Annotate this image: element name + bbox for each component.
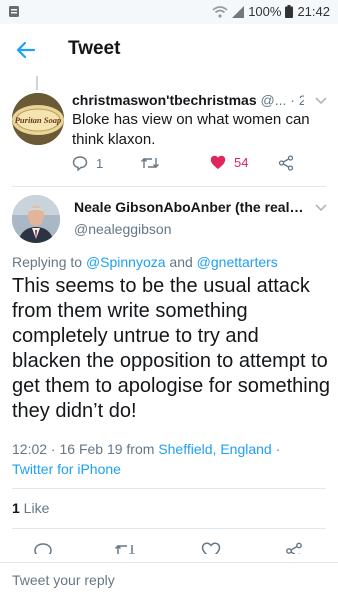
- reply-icon[interactable]: [33, 542, 53, 554]
- notification-icon: [9, 6, 19, 17]
- time-date: 12:02 · 16 Feb 19 from: [12, 441, 159, 457]
- retweet-icon[interactable]: [114, 542, 136, 554]
- like-count: 54: [234, 155, 249, 170]
- reply-input-placeholder[interactable]: Tweet your reply: [12, 572, 115, 588]
- wifi-icon: [212, 6, 228, 18]
- reply-icon: [72, 156, 88, 171]
- mention-link[interactable]: @Spinnyoza: [86, 254, 166, 270]
- reply-button[interactable]: 1: [72, 155, 103, 171]
- like-button[interactable]: 54: [210, 155, 248, 170]
- signal-icon: [232, 5, 245, 18]
- top-bar: Tweet: [0, 24, 338, 76]
- back-arrow-icon[interactable]: [14, 38, 38, 62]
- like-label: Like: [19, 500, 50, 516]
- client-link[interactable]: Twitter for iPhone: [12, 461, 121, 477]
- status-right: 100% 21:42: [212, 4, 330, 19]
- clock: 21:42: [297, 4, 330, 19]
- avatar-text: Puritan Soap: [15, 115, 62, 125]
- parent-tweet[interactable]: Puritan Soap christmaswon'tbechristmas @…: [0, 76, 338, 186]
- tweet-header: christmaswon'tbechristmas @... · 23h: [72, 92, 304, 108]
- location-link[interactable]: Sheffield, England: [158, 441, 271, 457]
- retweet-icon: [141, 158, 159, 168]
- replying-and: and: [165, 254, 197, 270]
- battery-level: 100%: [248, 4, 282, 19]
- likes-summary[interactable]: 1 Like: [12, 500, 49, 516]
- replying-to: Replying to @Spinnyoza and @gnettarters: [12, 254, 278, 270]
- tweet-text: This seems to be the usual attack from t…: [12, 275, 330, 422]
- mention-link[interactable]: @gnettarters: [197, 254, 278, 270]
- share-button[interactable]: [278, 155, 294, 171]
- heart-icon[interactable]: [201, 542, 221, 554]
- profile-photo: [12, 195, 60, 243]
- avatar[interactable]: Puritan Soap: [12, 93, 64, 145]
- reply-count: 1: [96, 155, 104, 171]
- battery-icon: [285, 5, 294, 18]
- username[interactable]: @...: [261, 92, 287, 108]
- heart-icon: [210, 155, 226, 169]
- tweet-meta: 12:02 · 16 Feb 19 from Sheffield, Englan…: [12, 439, 312, 479]
- meta-separator: ·: [271, 441, 281, 457]
- retweet-button[interactable]: [140, 155, 160, 171]
- soap-image: Puritan Soap: [12, 93, 64, 145]
- page-title: Tweet: [68, 38, 121, 59]
- divider: [12, 488, 326, 489]
- replying-prefix: Replying to: [12, 254, 86, 270]
- divider: [12, 186, 326, 187]
- display-name[interactable]: Neale GibsonAboAnber (the real on...: [74, 199, 304, 215]
- tweet-actions: 1 54: [72, 155, 312, 175]
- username[interactable]: @nealeggibson: [74, 221, 172, 237]
- divider: [12, 528, 326, 529]
- status-bar: 100% 21:42: [0, 0, 338, 24]
- like-total: 1: [12, 500, 20, 516]
- chevron-down-icon[interactable]: [314, 203, 328, 213]
- share-icon[interactable]: [285, 542, 303, 554]
- avatar[interactable]: [12, 195, 60, 243]
- chevron-down-icon[interactable]: [314, 96, 328, 106]
- reply-composer[interactable]: Tweet your reply: [0, 562, 338, 600]
- display-name[interactable]: christmaswon'tbechristmas: [72, 92, 257, 108]
- share-icon: [278, 155, 294, 171]
- tweet-text: Bloke has view on what women can think k…: [72, 111, 310, 148]
- timestamp: · 23h: [290, 92, 304, 108]
- tweet-actions: [0, 540, 338, 554]
